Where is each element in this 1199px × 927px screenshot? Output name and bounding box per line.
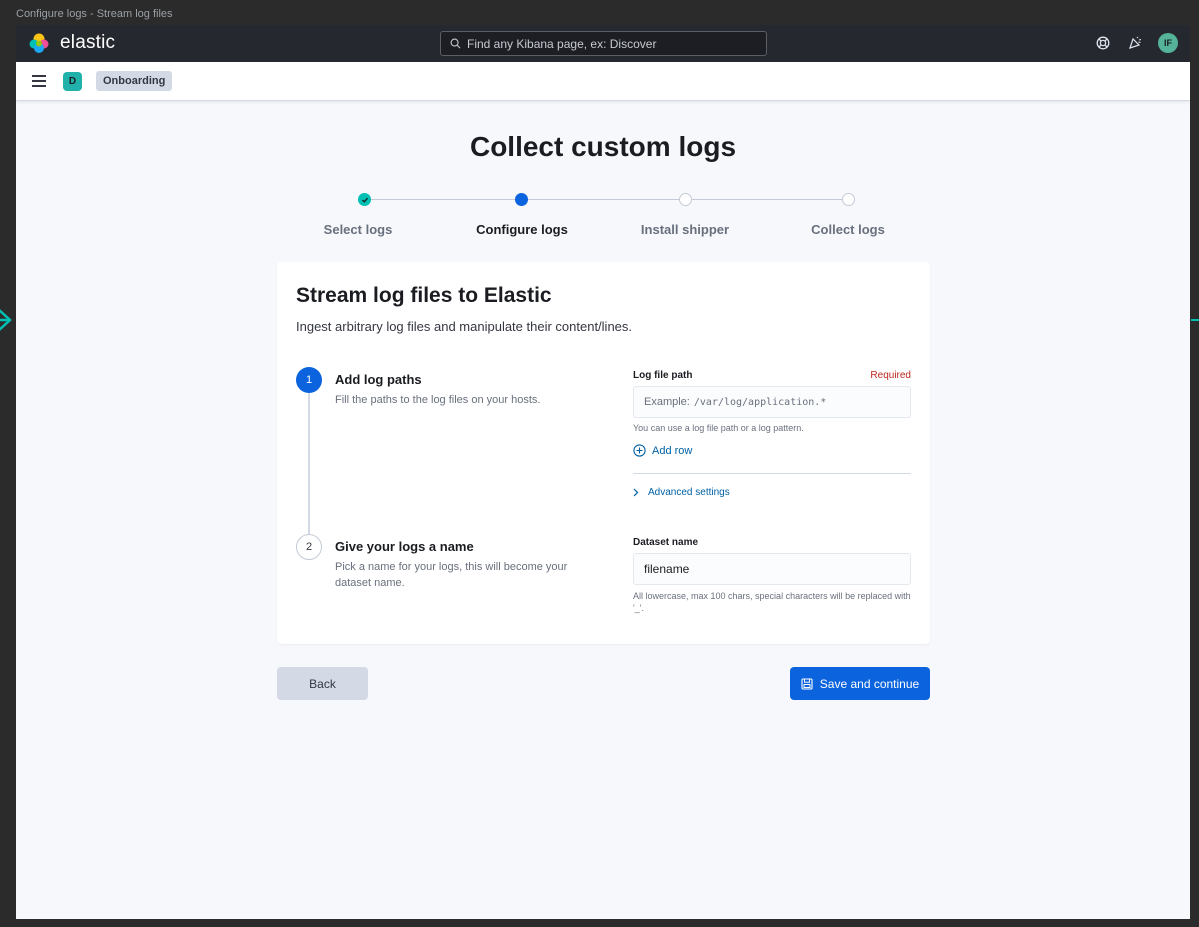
global-search-input[interactable]: Find any Kibana page, ex: Discover: [440, 31, 767, 56]
elastic-logo[interactable]: elastic: [28, 32, 115, 54]
advanced-settings-label: Advanced settings: [648, 487, 730, 498]
header-actions: IF: [1081, 33, 1178, 53]
search-icon: [450, 38, 461, 49]
step-incomplete-indicator[interactable]: [842, 193, 855, 206]
step-description-add-log-paths: Fill the paths to the log files on your …: [335, 394, 541, 406]
log-file-path-label: Log file path: [633, 370, 693, 381]
help-icon[interactable]: [1093, 33, 1113, 53]
save-icon: [801, 677, 813, 690]
search-placeholder: Find any Kibana page, ex: Discover: [467, 36, 657, 51]
required-indicator: Required: [870, 370, 911, 381]
save-label: Save and continue: [819, 676, 920, 691]
log-file-path-help: You can use a log file path or a log pat…: [633, 423, 804, 433]
log-file-path-input[interactable]: Example: /var/log/application.*: [633, 386, 911, 418]
top-header: elastic Find any Kibana page, ex: Discov…: [16, 25, 1190, 62]
step-label-select-logs[interactable]: Select logs: [288, 222, 428, 237]
step-label-configure-logs[interactable]: Configure logs: [452, 222, 592, 237]
step-complete-icon[interactable]: [358, 193, 371, 206]
log-path-placeholder-code: /var/log/application.*: [693, 396, 827, 408]
step-title-name-logs: Give your logs a name: [335, 539, 474, 554]
add-row-label: Add row: [652, 444, 693, 457]
section-divider: [633, 473, 911, 474]
kibana-app: elastic Find any Kibana page, ex: Discov…: [16, 25, 1190, 919]
secondary-header: D Onboarding: [16, 62, 1190, 101]
window-title: Configure logs - Stream log files: [16, 8, 173, 20]
progress-stepper: [358, 193, 855, 207]
save-and-continue-button[interactable]: Save and continue: [790, 667, 930, 700]
step-number-1: 1: [296, 367, 322, 393]
step-connector: [308, 393, 310, 534]
step-incomplete-indicator[interactable]: [679, 193, 692, 206]
dataset-name-label: Dataset name: [633, 537, 699, 548]
add-row-button[interactable]: Add row: [633, 444, 692, 457]
edge-marker: [1191, 319, 1199, 321]
menu-icon[interactable]: [32, 75, 46, 87]
configure-card: Stream log files to Elastic Ingest arbit…: [277, 262, 930, 644]
log-path-placeholder-prefix: Example:: [644, 396, 690, 408]
step-number-2: 2: [296, 534, 322, 560]
dataset-name-value: filename: [644, 562, 690, 576]
chevron-right-icon: [633, 488, 639, 497]
stepper-track: [365, 199, 848, 200]
space-avatar[interactable]: D: [63, 71, 82, 91]
brand-name: elastic: [60, 32, 116, 53]
user-avatar[interactable]: IF: [1158, 33, 1178, 53]
card-subtitle: Ingest arbitrary log files and manipulat…: [296, 319, 633, 334]
step-label-collect-logs[interactable]: Collect logs: [778, 222, 918, 237]
step-label-install-shipper[interactable]: Install shipper: [615, 222, 755, 237]
back-button[interactable]: Back: [277, 667, 368, 700]
advanced-settings-toggle[interactable]: Advanced settings: [633, 487, 730, 498]
step-description-name-logs: Pick a name for your logs, this will bec…: [335, 561, 568, 589]
step-current-indicator[interactable]: [515, 193, 528, 206]
newsfeed-icon[interactable]: [1125, 33, 1145, 53]
breadcrumb-onboarding[interactable]: Onboarding: [96, 71, 173, 91]
step-title-add-log-paths: Add log paths: [335, 372, 422, 387]
dataset-name-input[interactable]: filename: [633, 553, 911, 585]
dataset-name-help: All lowercase, max 100 chars, special ch…: [633, 591, 911, 613]
page-title: Collect custom logs: [469, 131, 737, 162]
plus-circle-icon: [633, 444, 646, 457]
card-title: Stream log files to Elastic: [296, 284, 552, 307]
elastic-logo-icon: [29, 33, 49, 53]
